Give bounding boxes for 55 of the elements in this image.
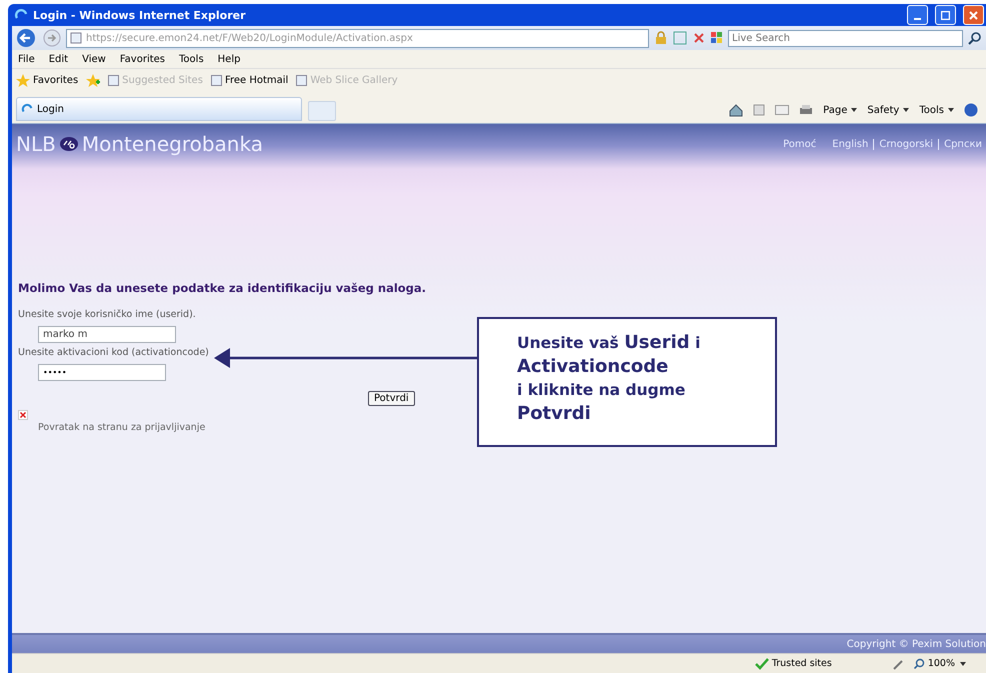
star-icon: [16, 74, 30, 86]
menu-item[interactable]: File: [18, 54, 35, 64]
check-icon: [754, 658, 769, 670]
window-title: Login - Windows Internet Explorer: [33, 8, 246, 22]
maximize-icon: [941, 10, 950, 20]
bank-logo: NLB Montenegrobanka: [16, 132, 263, 156]
home-icon[interactable]: [729, 104, 744, 116]
menu-item[interactable]: Help: [218, 54, 240, 64]
page-heading: Molimo Vas da unesete podatke za identifikaciju vašeg naloga.: [18, 281, 428, 295]
close-button[interactable]: [963, 5, 984, 25]
forward-icon[interactable]: [43, 29, 61, 47]
add-favorite-icon[interactable]: [86, 74, 100, 86]
printer-icon[interactable]: [799, 104, 814, 116]
page-icon: [210, 74, 222, 86]
broken-image-icon: [18, 410, 28, 420]
menu-item[interactable]: Favorites: [120, 54, 166, 64]
stop-icon[interactable]: [692, 31, 706, 45]
userid-field[interactable]: marko m: [38, 326, 176, 343]
instruction-callout: Unesite vaš Userid i Activationcode i kliknite na dugme Potvrdi: [477, 317, 777, 447]
security-zone[interactable]: Trusted sites: [754, 658, 832, 670]
menu-item[interactable]: View: [82, 54, 106, 64]
page-icon: [70, 32, 82, 44]
maximize-button[interactable]: [935, 5, 956, 25]
caret-icon: [903, 108, 910, 112]
favorites-button[interactable]: Favorites: [16, 74, 78, 86]
mail-icon[interactable]: [775, 105, 790, 115]
submit-button[interactable]: Potvrdi: [368, 391, 415, 406]
menu-item[interactable]: Edit: [48, 54, 68, 64]
favorites-link[interactable]: Free Hotmail: [210, 74, 288, 86]
page-icon: [108, 74, 120, 86]
back-icon[interactable]: [16, 28, 38, 48]
caret-icon: [960, 662, 966, 666]
search-field[interactable]: Live Search: [728, 30, 963, 46]
url-text: https://secure.emon24.net/F/Web20/LoginModule/Activation.aspx: [86, 32, 413, 44]
activation-code-field[interactable]: •••••: [38, 364, 166, 381]
command-menu[interactable]: Safety: [867, 104, 910, 116]
close-icon: [969, 10, 978, 20]
copyright-text: Copyright © Pexim Solution: [846, 638, 986, 650]
caret-icon: [851, 108, 858, 112]
browser-tab[interactable]: Login: [16, 97, 302, 121]
zoom-level[interactable]: 100%: [914, 658, 966, 669]
browser-logo-icon: [21, 103, 33, 115]
command-menu[interactable]: Tools: [919, 104, 954, 116]
magnifier-icon: [914, 658, 925, 669]
lock-icon: [654, 31, 668, 45]
field-label: Unesite aktivacioni kod (activationcode): [18, 347, 210, 358]
windows-flag-icon: [711, 32, 723, 44]
caret-icon: [948, 108, 954, 112]
menu-item[interactable]: Tools: [179, 54, 204, 64]
page-icon: [296, 74, 308, 86]
field-label: Unesite svoje korisničko ime (userid).: [18, 309, 197, 320]
command-menu[interactable]: Page: [823, 104, 858, 116]
minimize-button[interactable]: [907, 5, 928, 25]
minimize-icon: [914, 18, 921, 20]
search-icon[interactable]: [968, 31, 982, 45]
